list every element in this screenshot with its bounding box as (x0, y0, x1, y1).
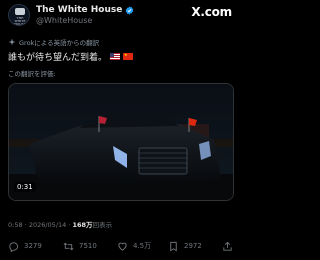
bookmark-button[interactable]: 2972 (168, 241, 202, 252)
tweet-text-body: 誰もが待ち望んだ到着。 (8, 53, 108, 63)
display-name[interactable]: The White House (36, 5, 122, 15)
white-house-seal-icon (15, 8, 25, 15)
tweet-meta: 0:58 · 2026/05/14 · 168万回表示 (8, 219, 112, 229)
bookmark-icon (170, 241, 177, 251)
us-flag-icon (110, 53, 121, 60)
video-duration: 0:31 (14, 182, 36, 192)
name-row: The White House (36, 4, 134, 16)
reply-icon (9, 241, 19, 252)
reply-button[interactable]: 3279 (8, 241, 42, 252)
tweet-header: THE WHITE HOUSE The White House @WhiteHo… (0, 0, 240, 32)
like-count: 4.5万 (133, 242, 152, 250)
heart-icon (118, 242, 127, 251)
action-bar: 3279 7510 4.5万 2972 (8, 239, 234, 253)
video-player[interactable]: 0:31 (8, 83, 234, 201)
share-button[interactable] (222, 241, 238, 252)
bookmark-count: 2972 (184, 242, 202, 250)
avatar-text: THE WHITE HOUSE (14, 16, 26, 26)
sparkle-icon (8, 38, 16, 46)
like-button[interactable]: 4.5万 (117, 241, 151, 252)
share-icon (223, 241, 232, 251)
retweet-button[interactable]: 7510 (63, 241, 97, 252)
avatar[interactable]: THE WHITE HOUSE (8, 4, 30, 26)
translation-row: Grokによる英語からの翻訳 (8, 37, 99, 47)
retweet-count: 7510 (79, 242, 97, 250)
view-count: 168万 (72, 221, 93, 229)
tweet-time[interactable]: 0:58 (8, 221, 23, 229)
video-frame (9, 84, 233, 200)
china-flag-icon (123, 52, 134, 60)
x-logo: X.com (191, 5, 232, 19)
tweet-text: 誰もが待ち望んだ到着。 (8, 50, 134, 63)
rate-translation-link[interactable]: この翻訳を評価: (8, 68, 56, 78)
translation-note[interactable]: Grokによる英語からの翻訳 (19, 37, 99, 47)
handle[interactable]: @WhiteHouse (36, 16, 92, 25)
views-suffix: 回表示 (92, 221, 113, 229)
verified-badge-icon (126, 5, 134, 15)
retweet-icon (63, 242, 74, 250)
tweet-date[interactable]: 2026/05/14 (29, 221, 66, 229)
reply-count: 3279 (24, 242, 42, 250)
